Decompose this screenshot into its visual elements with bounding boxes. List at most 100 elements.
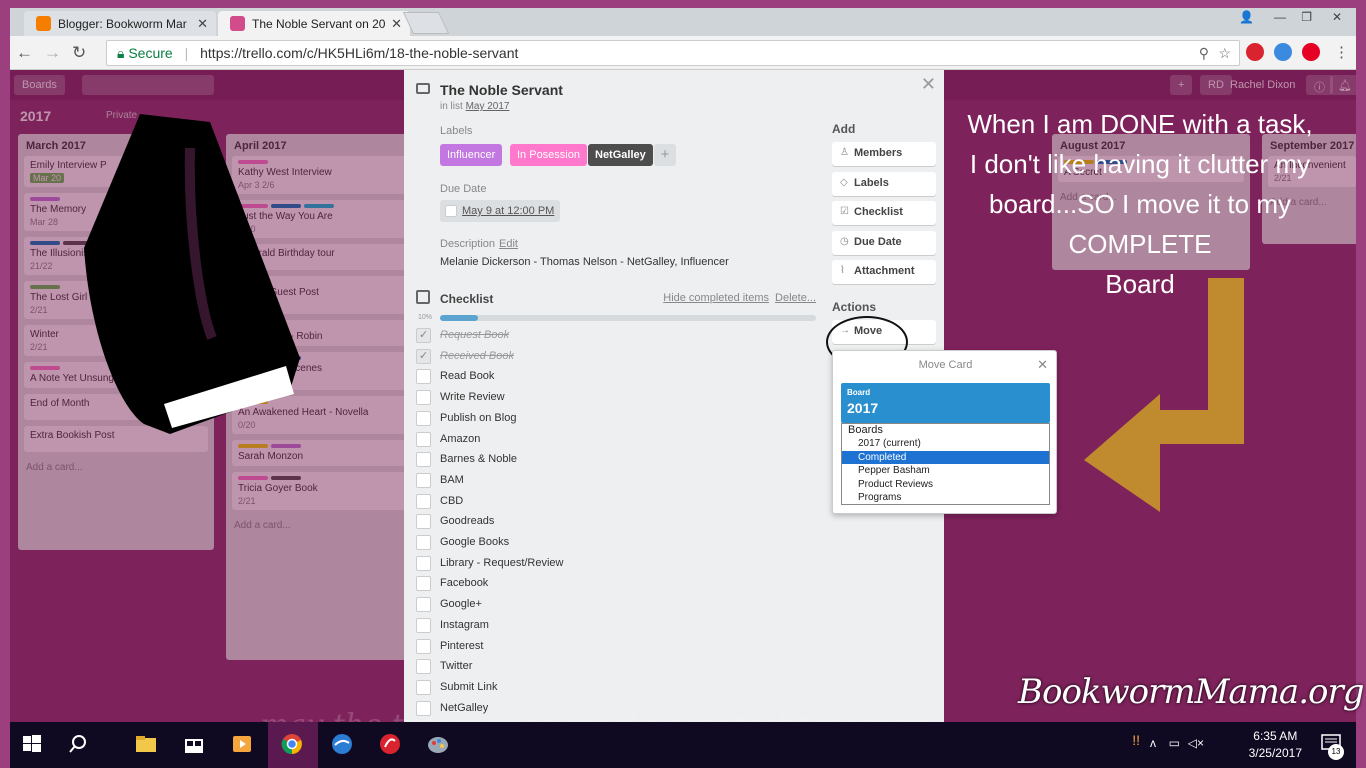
checklist-item-text[interactable]: Publish on Blog — [440, 412, 516, 424]
url-input[interactable]: 🔒︎ Secure | https://trello.com/c/HK5HLi6… — [106, 40, 1240, 66]
network-icon[interactable]: ʌ — [1150, 736, 1156, 750]
checklist-item[interactable]: Twitter — [416, 658, 816, 678]
checklist-item-text[interactable]: Write Review — [440, 391, 505, 403]
checklist-checkbox[interactable] — [416, 493, 431, 509]
checklist-checkbox[interactable] — [416, 514, 431, 530]
checklist-item-text[interactable]: Instagram — [440, 619, 489, 631]
extension-icon[interactable] — [1274, 43, 1292, 61]
board-option[interactable]: Product Reviews — [842, 478, 1049, 491]
checklist-item[interactable]: Google Books — [416, 534, 816, 554]
close-icon[interactable]: ✕ — [197, 16, 208, 32]
search-icon[interactable] — [66, 732, 90, 756]
add-label-button[interactable]: + — [654, 144, 676, 166]
checklist-item-text[interactable]: Facebook — [440, 577, 488, 589]
checklist-item[interactable]: Instagram — [416, 617, 816, 637]
checklist-checkbox[interactable] — [416, 348, 431, 364]
minimize-icon[interactable]: — — [1274, 10, 1286, 24]
checklist-item-text[interactable]: Read Book — [440, 370, 494, 382]
board-options-list[interactable]: Boards 2017 (current) Completed Pepper B… — [841, 423, 1050, 505]
checklist-item-text[interactable]: Amazon — [440, 433, 480, 445]
volume-icon[interactable]: ◁× — [1188, 736, 1204, 750]
tab-trello[interactable]: The Noble Servant on 20 ✕ — [218, 11, 410, 36]
checklist-item-text[interactable]: Pinterest — [440, 640, 483, 652]
battery-icon[interactable]: ▭ — [1169, 736, 1180, 750]
attachment-button[interactable]: ⌇ Attachment — [832, 260, 936, 284]
checklist-checkbox[interactable] — [416, 555, 431, 571]
due-complete-checkbox[interactable] — [445, 205, 457, 217]
checklist-item[interactable]: Received Book — [416, 348, 816, 368]
security-app-icon[interactable] — [378, 732, 402, 756]
profile-icon[interactable]: 👤 — [1239, 10, 1254, 24]
checklist-item-text[interactable]: Submit Link — [440, 681, 497, 693]
checklist-item[interactable]: BAM — [416, 472, 816, 492]
maximize-icon[interactable]: ❐ — [1301, 10, 1312, 24]
checklist-item[interactable]: Barnes & Noble — [416, 451, 816, 471]
checklist-item-text[interactable]: Twitter — [440, 660, 472, 672]
checklist-checkbox[interactable] — [416, 679, 431, 695]
due-date-side-button[interactable]: ◷ Due Date — [832, 231, 936, 255]
back-icon[interactable]: ← — [16, 43, 33, 63]
reload-icon[interactable]: ↻ — [72, 43, 86, 63]
checklist-item-text[interactable]: Barnes & Noble — [440, 453, 517, 465]
board-option[interactable]: Programs — [842, 491, 1049, 504]
board-option-selected[interactable]: Completed — [842, 450, 1049, 465]
checklist-button[interactable]: ☑ Checklist — [832, 201, 936, 225]
checklist-item-text[interactable]: Google Books — [440, 536, 509, 548]
checklist-checkbox[interactable] — [416, 369, 431, 385]
checklist-item[interactable]: Request Book — [416, 327, 816, 347]
checklist-checkbox[interactable] — [416, 410, 431, 426]
checklist-item[interactable]: Read Book — [416, 368, 816, 388]
label-netgalley[interactable]: NetGalley — [588, 144, 653, 166]
checklist-item[interactable]: Publish on Blog — [416, 410, 816, 430]
checklist-checkbox[interactable] — [416, 576, 431, 592]
hide-completed-link[interactable]: Hide completed items — [663, 292, 769, 304]
card-title[interactable]: The Noble Servant — [440, 82, 563, 98]
system-clock[interactable]: 6:35 AM 3/25/2017 — [1249, 728, 1302, 762]
checklist-checkbox[interactable] — [416, 390, 431, 406]
checklist-item-text[interactable]: Request Book — [440, 329, 509, 341]
checklist-item-text[interactable]: Google+ — [440, 598, 482, 610]
board-option[interactable]: 2017 (current) — [842, 437, 1049, 450]
checklist-item-text[interactable]: CBD — [440, 495, 463, 507]
label-influencer[interactable]: Influencer — [440, 144, 503, 166]
chrome-icon[interactable] — [280, 732, 304, 756]
checklist-checkbox[interactable] — [416, 659, 431, 675]
zoom-icon[interactable]: ⚲ — [1199, 45, 1209, 62]
board-option[interactable]: Pepper Basham — [842, 464, 1049, 477]
checklist-checkbox[interactable] — [416, 328, 431, 343]
checklist-checkbox[interactable] — [416, 452, 431, 468]
checklist-item[interactable]: Amazon — [416, 431, 816, 451]
menu-icon[interactable]: ⋮ — [1334, 43, 1349, 61]
list-link[interactable]: May 2017 — [466, 101, 510, 112]
checklist-item[interactable]: Google+ — [416, 596, 816, 616]
labels-button[interactable]: ◇ Labels — [832, 172, 936, 196]
extension-icon[interactable] — [1246, 43, 1264, 61]
checklist-item-text[interactable]: Received Book — [440, 350, 514, 362]
checklist-checkbox[interactable] — [416, 431, 431, 447]
checklist-item-text[interactable]: Library - Request/Review — [440, 557, 564, 569]
checklist-item[interactable]: Write Review — [416, 389, 816, 409]
checklist-item[interactable]: Library - Request/Review — [416, 555, 816, 575]
pinterest-icon[interactable] — [1302, 43, 1320, 61]
warning-icon[interactable]: !! — [1132, 732, 1140, 748]
star-icon[interactable]: ☆ — [1218, 45, 1231, 62]
delete-checklist-link[interactable]: Delete... — [775, 292, 816, 304]
store-icon[interactable] — [182, 732, 206, 756]
checklist-checkbox[interactable] — [416, 472, 431, 488]
checklist-item[interactable]: Goodreads — [416, 513, 816, 533]
checklist-item-text[interactable]: Goodreads — [440, 515, 494, 527]
checklist-title[interactable]: Checklist — [440, 292, 493, 306]
checklist-item-text[interactable]: BAM — [440, 474, 464, 486]
checklist-item[interactable]: CBD — [416, 493, 816, 513]
app-icon[interactable] — [330, 732, 354, 756]
checklist-item[interactable]: Pinterest — [416, 638, 816, 658]
board-select[interactable]: Board 2017 — [841, 383, 1050, 423]
due-date-button[interactable]: May 9 at 12:00 PM — [440, 200, 561, 222]
checklist-item[interactable]: Facebook — [416, 575, 816, 595]
windows-start-icon[interactable] — [20, 732, 44, 756]
file-explorer-icon[interactable] — [134, 732, 158, 756]
label-in-posession[interactable]: In Posession — [510, 144, 587, 166]
checklist-checkbox[interactable] — [416, 597, 431, 613]
close-icon[interactable]: ✕ — [921, 74, 936, 95]
tab-blogger[interactable]: Blogger: Bookworm Mar ✕ — [24, 11, 216, 36]
